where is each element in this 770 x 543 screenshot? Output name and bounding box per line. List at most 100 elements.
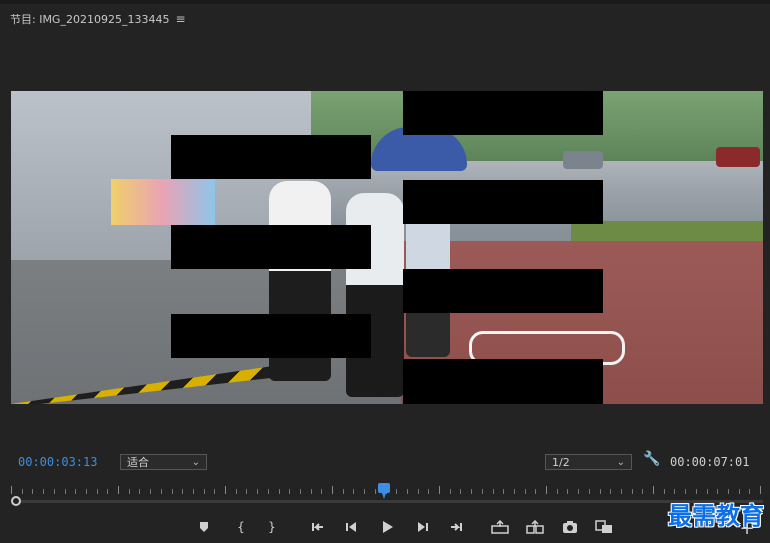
ruler-tick	[85, 489, 87, 494]
mark-out-icon[interactable]: }	[260, 516, 284, 538]
ruler-tick	[417, 489, 419, 494]
step-back-icon[interactable]	[340, 516, 364, 538]
add-marker-icon[interactable]	[192, 516, 216, 538]
effect-mask-block	[171, 135, 371, 179]
ruler-tick	[642, 489, 644, 494]
go-to-in-icon[interactable]	[306, 516, 330, 538]
extract-icon[interactable]	[523, 516, 547, 538]
ruler-tick	[289, 489, 291, 494]
video-frame	[11, 91, 763, 404]
ruler-tick	[471, 489, 473, 494]
hamburger-icon[interactable]: ≡	[175, 12, 185, 26]
playback-resolution-dropdown[interactable]: 1/2 ⌄	[545, 454, 632, 470]
ruler-tick	[353, 489, 355, 494]
ruler-tick	[150, 489, 152, 494]
ruler-tick	[578, 489, 580, 494]
ruler-tick	[610, 489, 612, 494]
ruler-tick	[107, 489, 109, 494]
effect-mask-block	[403, 269, 603, 313]
fit-dropdown[interactable]: 适合 ⌄	[120, 454, 207, 470]
comparison-view-icon[interactable]	[592, 516, 616, 538]
ruler-tick	[139, 489, 141, 494]
ruler-tick	[21, 489, 23, 494]
ruler-tick	[439, 486, 440, 494]
mark-in-icon[interactable]: {	[229, 516, 253, 538]
scene-car	[716, 147, 760, 167]
ruler-tick	[96, 489, 98, 494]
ruler-tick	[428, 489, 430, 494]
step-forward-icon[interactable]	[410, 516, 434, 538]
playhead[interactable]	[378, 483, 390, 499]
ruler-tick	[53, 489, 55, 494]
transport-controls: { }	[0, 516, 770, 538]
ruler-tick	[257, 489, 259, 494]
scene-poster	[111, 179, 215, 225]
ruler-tick	[171, 489, 173, 494]
ruler-tick	[11, 486, 12, 494]
ruler-tick	[342, 489, 344, 494]
ruler-tick	[160, 489, 162, 494]
scene-car	[563, 151, 603, 169]
wrench-icon[interactable]: 🔧	[643, 451, 660, 467]
ruler-tick	[449, 489, 451, 494]
ruler-tick	[203, 489, 205, 494]
resolution-dropdown-value: 1/2	[552, 455, 570, 469]
monitor-controls-bar: 00:00:03:13 适合 ⌄ 1/2 ⌄ 🔧 00:00:07:01	[0, 449, 770, 477]
ruler-tick	[364, 489, 366, 494]
ruler-tick	[128, 489, 130, 494]
ruler-tick	[749, 489, 751, 494]
panel-header: 节目: IMG_20210925_133445 ≡	[10, 10, 186, 28]
ruler-tick	[727, 489, 729, 494]
ruler-tick	[118, 486, 119, 494]
scrollbar-track[interactable]	[19, 500, 763, 503]
ruler-tick	[235, 489, 237, 494]
export-frame-icon[interactable]	[558, 516, 582, 538]
fit-dropdown-value: 适合	[127, 456, 149, 469]
ruler-tick	[396, 489, 398, 494]
ruler-tick	[225, 486, 226, 494]
effect-mask-block	[171, 314, 371, 358]
play-icon[interactable]	[375, 516, 399, 538]
ruler-tick	[546, 486, 547, 494]
lift-icon[interactable]	[488, 516, 512, 538]
ruler-tick	[599, 489, 601, 494]
scene-person	[346, 193, 404, 397]
ruler-tick	[64, 489, 66, 494]
current-timecode[interactable]: 00:00:03:13	[18, 455, 97, 469]
duration-timecode: 00:00:07:01	[670, 455, 750, 469]
effect-mask-block	[403, 180, 603, 224]
ruler-tick	[524, 489, 526, 494]
ruler-tick	[32, 489, 34, 494]
zoom-scrollbar[interactable]	[11, 496, 763, 506]
ruler-tick	[631, 489, 633, 494]
chevron-down-icon: ⌄	[191, 457, 200, 468]
ruler-tick	[653, 486, 654, 494]
ruler-tick	[332, 486, 333, 494]
ruler-tick	[717, 489, 719, 494]
effect-mask-block	[403, 359, 603, 404]
add-button[interactable]: +	[738, 520, 756, 538]
ruler-tick	[246, 489, 248, 494]
effect-mask-block	[171, 225, 371, 269]
program-monitor-viewer[interactable]	[11, 91, 763, 404]
panel-title: 节目: IMG_20210925_133445	[10, 13, 170, 26]
ruler-tick	[695, 489, 697, 494]
ruler-tick	[556, 489, 558, 494]
ruler-tick	[492, 489, 494, 494]
ruler-tick	[192, 489, 194, 494]
ruler-tick	[567, 489, 569, 494]
ruler-tick	[299, 489, 301, 494]
scrollbar-handle[interactable]	[11, 496, 21, 506]
ruler-tick	[321, 489, 323, 494]
ruler-tick	[374, 489, 376, 494]
chevron-down-icon: ⌄	[616, 457, 625, 468]
ruler-tick	[182, 489, 184, 494]
ruler-tick	[503, 489, 505, 494]
ruler-tick	[267, 489, 269, 494]
effect-mask-block	[403, 91, 603, 135]
ruler-tick	[406, 489, 408, 494]
go-to-out-icon[interactable]	[444, 516, 468, 538]
ruler-tick	[460, 489, 462, 494]
ruler-tick	[760, 486, 761, 494]
panel-top-border	[0, 0, 770, 4]
